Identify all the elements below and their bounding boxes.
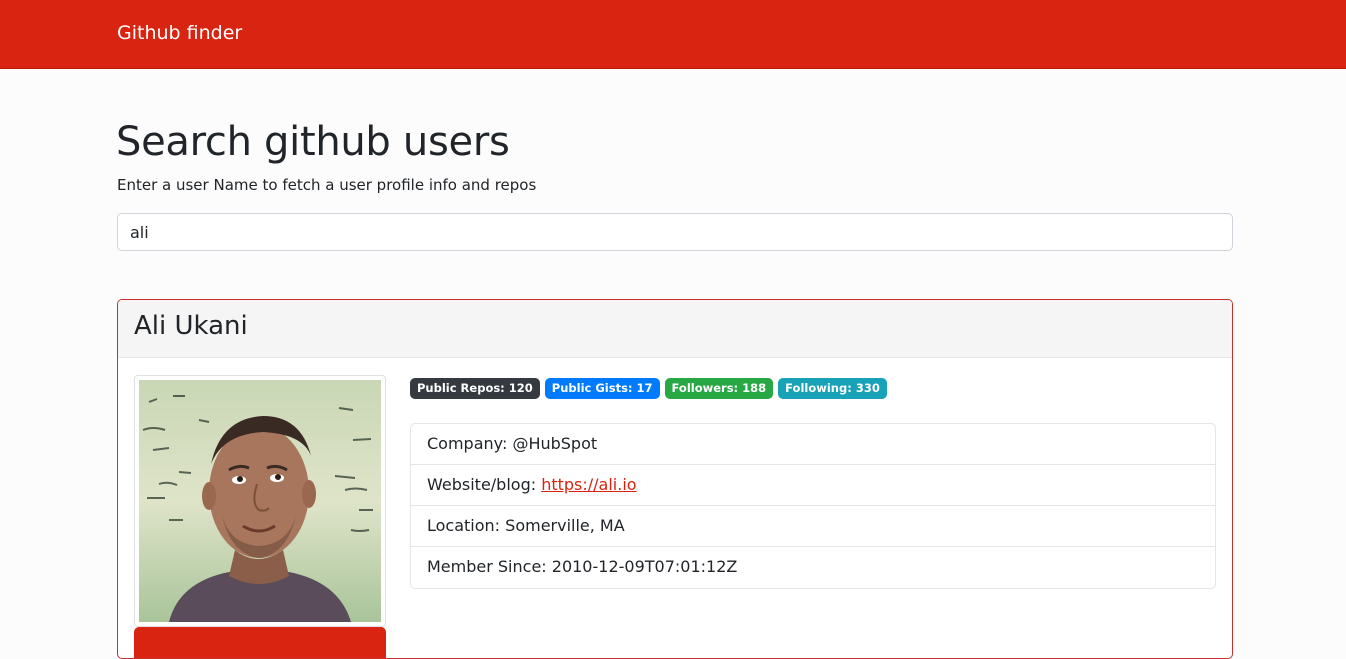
website-label: Website/blog: (427, 475, 537, 494)
website-link[interactable]: https://ali.io (541, 475, 636, 494)
followers-badge: Followers: 188 (664, 378, 774, 399)
avatar (134, 375, 386, 627)
stats-badges: Public Repos: 120 Public Gists: 17 Follo… (410, 378, 887, 400)
view-profile-button[interactable] (134, 627, 386, 658)
list-item-website: Website/blog: https://ali.io (411, 465, 1215, 506)
page-title: Search github users (116, 119, 510, 165)
profile-card: Ali Ukani Public Repos: 120 Public Gists… (117, 299, 1233, 659)
location-value: Somerville, MA (505, 516, 625, 535)
public-gists-badge: Public Gists: 17 (544, 378, 660, 399)
navbar: Github finder (0, 0, 1346, 69)
profile-name: Ali Ukani (134, 311, 248, 341)
company-label: Company: (427, 434, 508, 453)
member-since-value: 2010-12-09T07:01:12Z (551, 557, 738, 576)
profile-details-list: Company: @HubSpot Website/blog: https://… (410, 423, 1216, 589)
profile-card-header: Ali Ukani (118, 300, 1232, 358)
list-item-location: Location: Somerville, MA (411, 506, 1215, 547)
following-badge: Following: 330 (778, 378, 887, 399)
brand-title[interactable]: Github finder (117, 20, 242, 46)
user-avatar-photo-icon (139, 380, 381, 622)
page-subtitle: Enter a user Name to fetch a user profil… (117, 176, 537, 194)
list-item-company: Company: @HubSpot (411, 424, 1215, 465)
company-value: @HubSpot (512, 434, 598, 453)
location-label: Location: (427, 516, 501, 535)
member-since-label: Member Since: (427, 557, 547, 576)
list-item-member-since: Member Since: 2010-12-09T07:01:12Z (411, 547, 1215, 588)
public-repos-badge: Public Repos: 120 (410, 378, 540, 399)
search-input[interactable] (117, 213, 1233, 251)
